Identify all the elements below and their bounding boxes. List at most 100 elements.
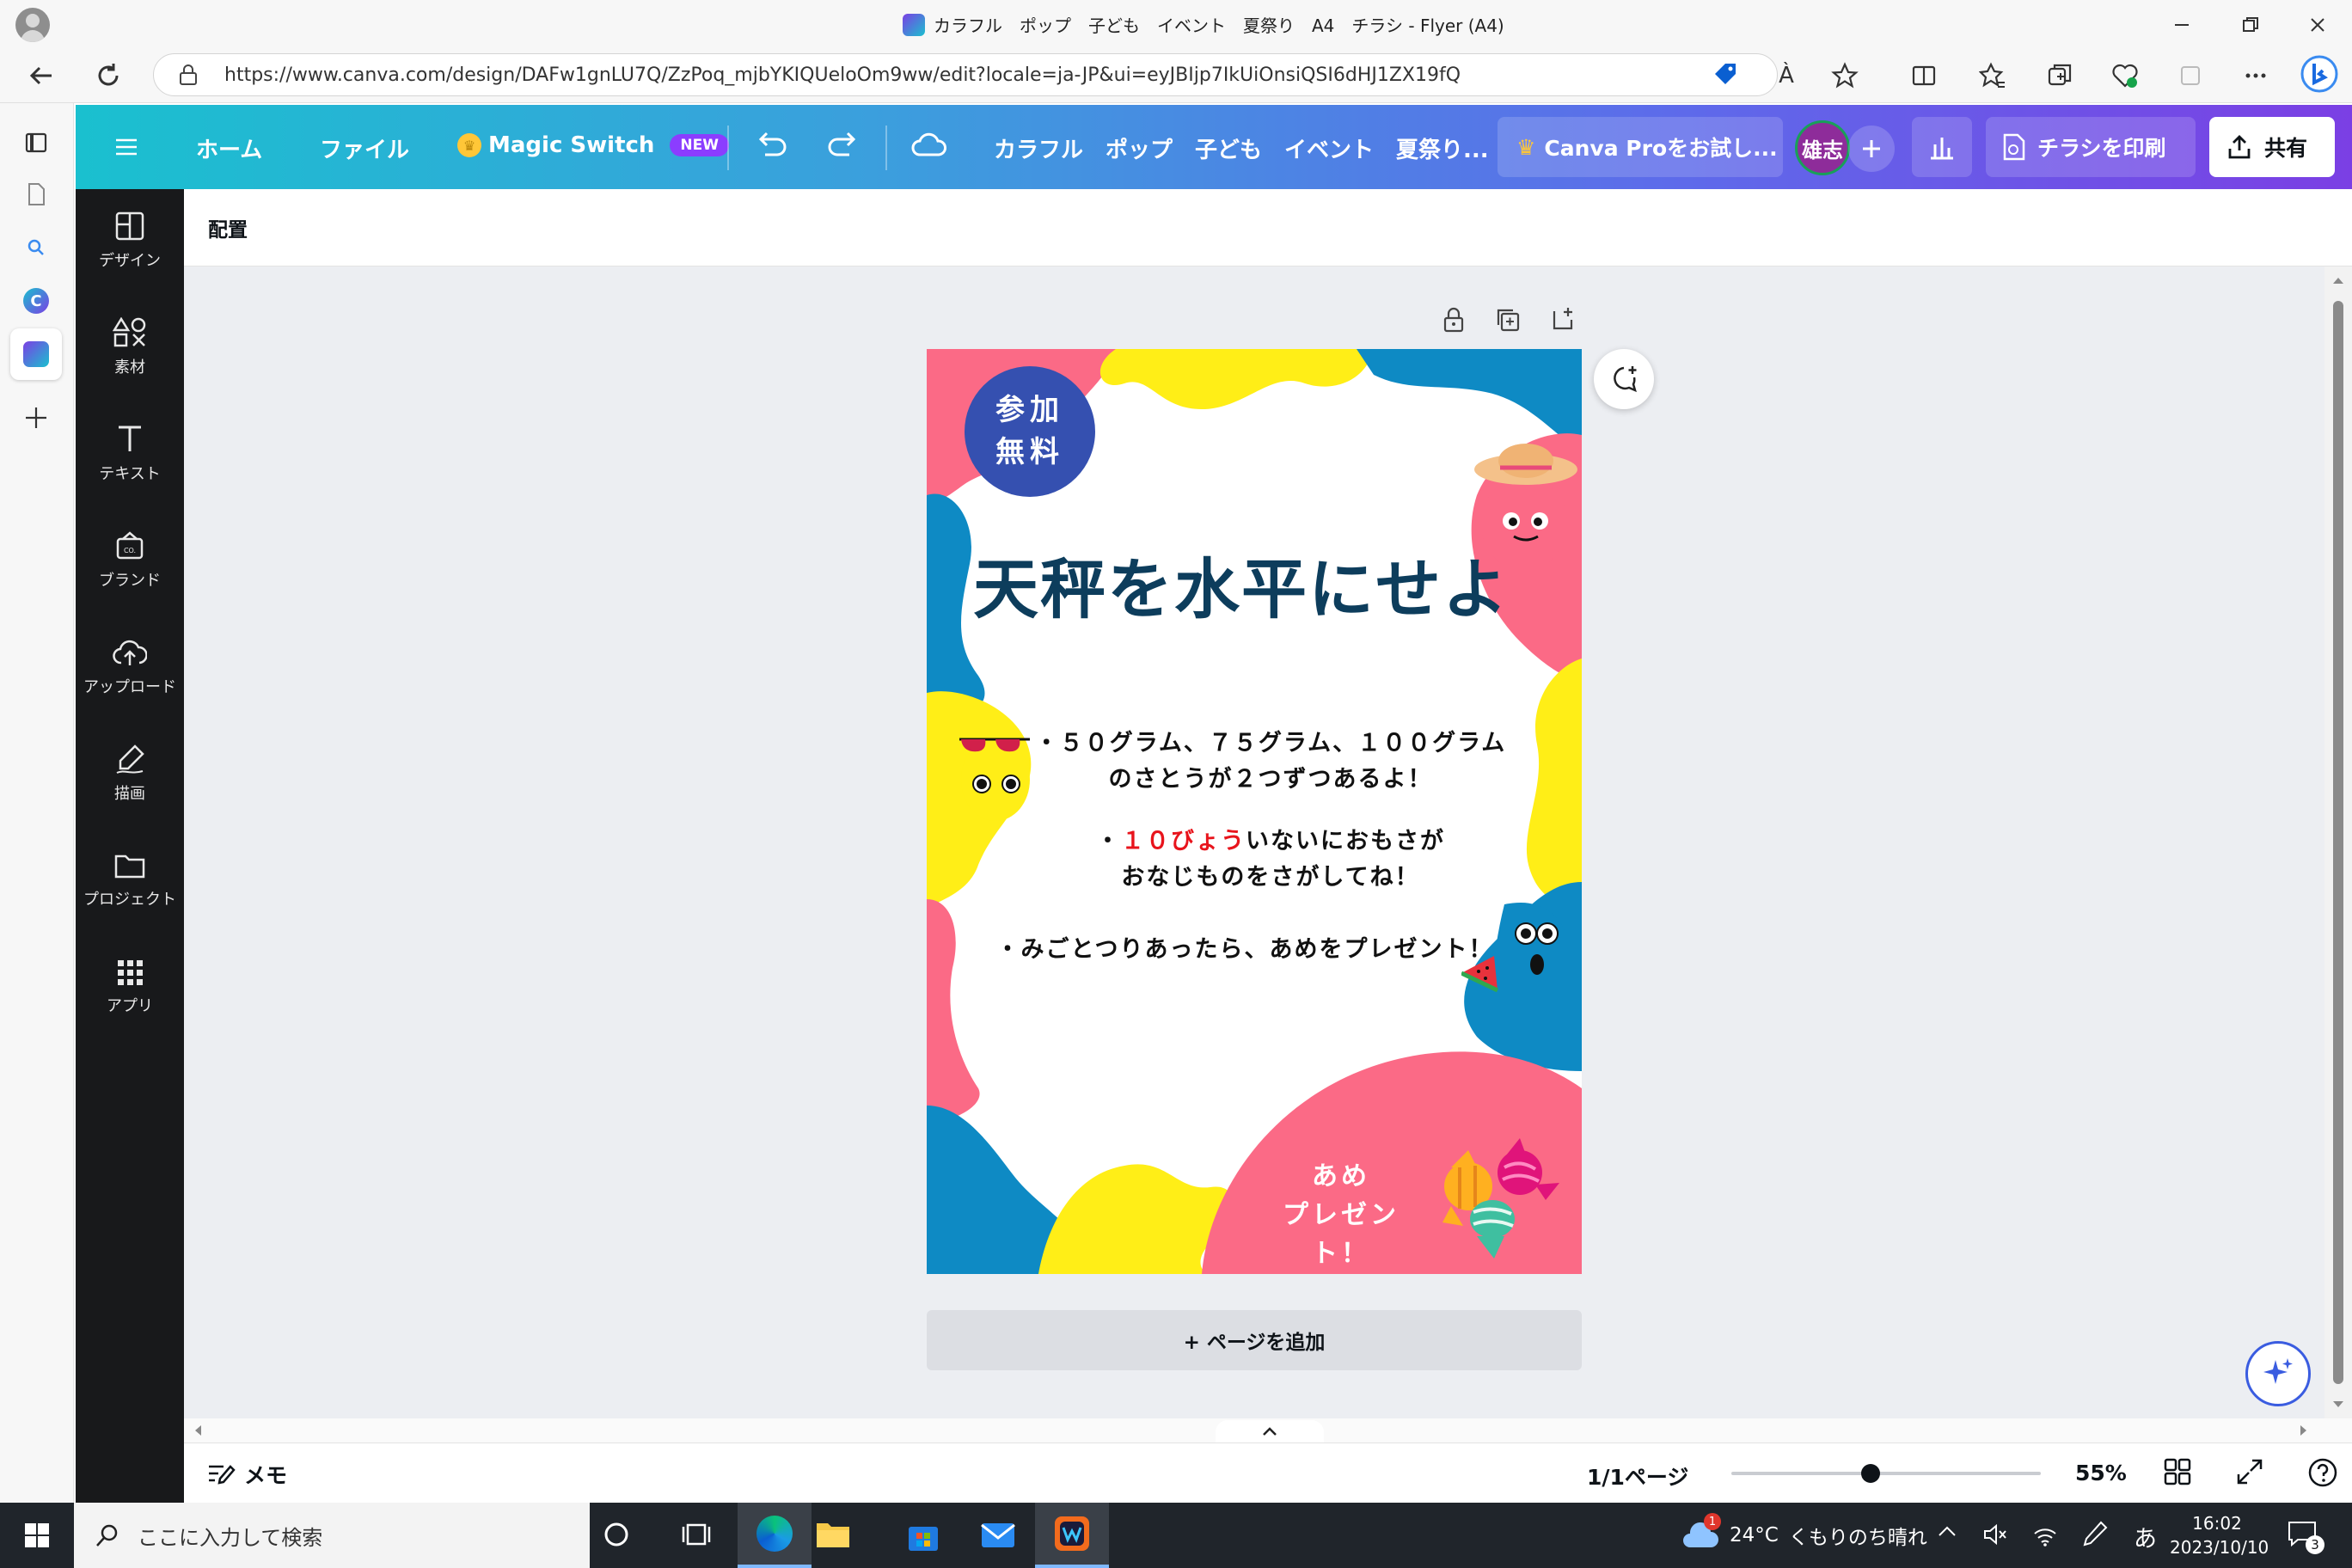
try-pro-label: Canva Proをお試し... — [1544, 136, 1778, 161]
insights-button[interactable] — [1912, 117, 1972, 177]
cortana-circle-icon — [604, 1522, 628, 1547]
undo-button[interactable] — [755, 131, 789, 162]
grid-view-button[interactable] — [2163, 1457, 2192, 1486]
position-button[interactable]: 配置 — [208, 213, 248, 242]
read-aloud-button[interactable]: À — [1766, 55, 1807, 96]
rail-item-design[interactable]: デザイン — [76, 189, 184, 292]
tab-search[interactable] — [15, 227, 57, 268]
zoom-slider[interactable] — [1731, 1461, 2041, 1486]
rail-item-apps[interactable]: アプリ — [76, 935, 184, 1038]
design-title[interactable]: カラフル ポップ 子ども イベント 夏祭り... — [994, 132, 1489, 164]
rail-item-projects[interactable]: プロジェクト — [76, 829, 184, 932]
bullet-1-line-1[interactable]: ・５０グラム、７５グラム、１００グラム — [1021, 724, 1520, 757]
add-page-icon-button[interactable] — [1551, 304, 1578, 332]
tab-blank-page[interactable] — [15, 174, 57, 215]
refresh-button[interactable] — [88, 55, 129, 96]
rail-item-text[interactable]: テキスト — [76, 402, 184, 505]
brand-kit-icon: CO. — [116, 531, 144, 560]
weather-widget[interactable]: 1 24°C くもりのち晴れ — [1681, 1503, 1927, 1568]
rail-item-brand[interactable]: CO. ブランド — [76, 509, 184, 612]
pen-menu-button[interactable] — [2080, 1520, 2108, 1549]
favorite-button[interactable] — [1824, 55, 1865, 96]
rail-item-draw[interactable]: 描画 — [76, 722, 184, 825]
close-window-button[interactable] — [2283, 0, 2352, 50]
tab-actions-button[interactable] — [15, 122, 57, 163]
split-screen-button[interactable] — [1903, 55, 1945, 96]
comment-button[interactable] — [1594, 349, 1654, 409]
show-pages-toggle[interactable] — [1216, 1420, 1324, 1442]
taskbar-search-box[interactable]: ここに入力して検索 — [74, 1503, 590, 1568]
minimize-button[interactable] — [2147, 0, 2216, 50]
notification-count-badge: 3 — [2306, 1535, 2324, 1554]
add-page-button[interactable]: + ページを追加 — [927, 1310, 1582, 1370]
page-indicator[interactable]: 1/1ページ — [1587, 1461, 1688, 1491]
bullet-2-line-1[interactable]: ・１０びょういないにおもさが — [1021, 822, 1520, 855]
rail-item-uploads[interactable]: アップロード — [76, 616, 184, 719]
bullet-3[interactable]: ・みごとつりあったら、あめをプレゼント！ — [987, 930, 1503, 964]
new-tab-button[interactable] — [15, 397, 57, 438]
bullet-1-line-2[interactable]: のさとうが２つずつあるよ！ — [1021, 760, 1520, 793]
network-button[interactable] — [2032, 1522, 2058, 1547]
bullet-2-line-2[interactable]: おなじものをさがしてね！ — [1021, 858, 1520, 891]
url-bar[interactable]: https://www.canva.com/design/DAFw1gnLU7Q… — [153, 53, 1778, 96]
flyer-title[interactable]: 天秤を水平にせよ — [927, 536, 1556, 631]
restore-button[interactable] — [2216, 0, 2285, 50]
help-button[interactable] — [2307, 1457, 2338, 1488]
profile-avatar[interactable] — [15, 8, 50, 42]
notification-center-button[interactable]: 3 — [2287, 1520, 2326, 1554]
vertical-scroll-thumb[interactable] — [2333, 301, 2343, 1384]
lock-page-button[interactable] — [1441, 306, 1467, 334]
cloud-save-button[interactable] — [911, 131, 947, 162]
add-comment-icon — [1614, 366, 1637, 393]
redo-button[interactable] — [825, 131, 860, 162]
try-pro-button[interactable]: ♛ Canva Proをお試し... — [1498, 117, 1783, 177]
magic-switch-button[interactable]: ♛ Magic Switch NEW — [457, 132, 730, 158]
notes-button[interactable]: メモ — [206, 1459, 287, 1490]
svg-text:CO.: CO. — [124, 547, 136, 554]
fullscreen-button[interactable] — [2235, 1457, 2264, 1486]
home-button[interactable]: ホーム — [196, 132, 262, 164]
start-button[interactable] — [0, 1503, 74, 1568]
crown-icon: ♛ — [457, 133, 481, 157]
more-options-button[interactable] — [2235, 55, 2276, 96]
taskbar-store[interactable] — [906, 1518, 940, 1553]
ime-indicator[interactable]: あ — [2134, 1520, 2157, 1553]
vertical-scrollbar[interactable] — [2324, 266, 2352, 1418]
taskbar-mail[interactable] — [980, 1520, 1016, 1551]
share-button[interactable]: 共有 — [2209, 117, 2335, 177]
browser-essentials-button[interactable] — [2104, 55, 2146, 96]
collections-button[interactable] — [2039, 55, 2080, 96]
flyer-page[interactable]: 参加 無料 天秤を水平にせよ ・５０グラム、７５グラム、１００グラム のさとうが… — [927, 349, 1582, 1274]
taskbar-edge[interactable] — [738, 1503, 812, 1568]
duplicate-page-button[interactable] — [1494, 306, 1522, 334]
rail-item-elements[interactable]: 素材 — [76, 296, 184, 399]
zoom-value[interactable]: 55% — [2075, 1461, 2127, 1485]
tab-canva-design-active[interactable] — [10, 328, 62, 380]
candy-prize-text[interactable]: あめ プレゼント！ — [1255, 1157, 1427, 1273]
horizontal-scrollbar[interactable] — [184, 1418, 2352, 1442]
canva-tab-icon — [903, 13, 925, 36]
url-text[interactable]: https://www.canva.com/design/DAFw1gnLU7Q… — [224, 64, 1461, 86]
taskbar-app-w[interactable] — [1035, 1503, 1109, 1568]
show-hidden-icons-button[interactable] — [1938, 1525, 1957, 1537]
zoom-thumb[interactable] — [1861, 1464, 1880, 1483]
avatar[interactable]: 雄志 — [1795, 120, 1850, 175]
shapes-icon — [113, 317, 146, 347]
file-menu-button[interactable]: ファイル — [320, 132, 409, 164]
magic-assistant-button[interactable] — [2245, 1341, 2311, 1406]
magic-switch-label: Magic Switch — [488, 132, 655, 158]
extension-button[interactable] — [2170, 55, 2211, 96]
invite-button[interactable] — [1848, 126, 1895, 172]
cortana-button[interactable] — [602, 1520, 631, 1549]
favorites-button[interactable] — [1972, 55, 2013, 96]
volume-button[interactable] — [1982, 1522, 2008, 1547]
taskbar-file-explorer[interactable] — [815, 1518, 851, 1551]
task-view-button[interactable] — [681, 1520, 712, 1549]
print-flyer-button[interactable]: チラシを印刷 — [1986, 117, 2196, 177]
clock[interactable]: 16:02 2023/10/10 — [2170, 1511, 2269, 1559]
tab-canva-home[interactable]: C — [15, 280, 57, 322]
back-button[interactable] — [21, 55, 62, 96]
weather-desc: くもりのち晴れ — [1788, 1527, 1927, 1549]
bing-copilot-button[interactable] — [2299, 53, 2340, 95]
menu-button[interactable] — [113, 134, 139, 160]
